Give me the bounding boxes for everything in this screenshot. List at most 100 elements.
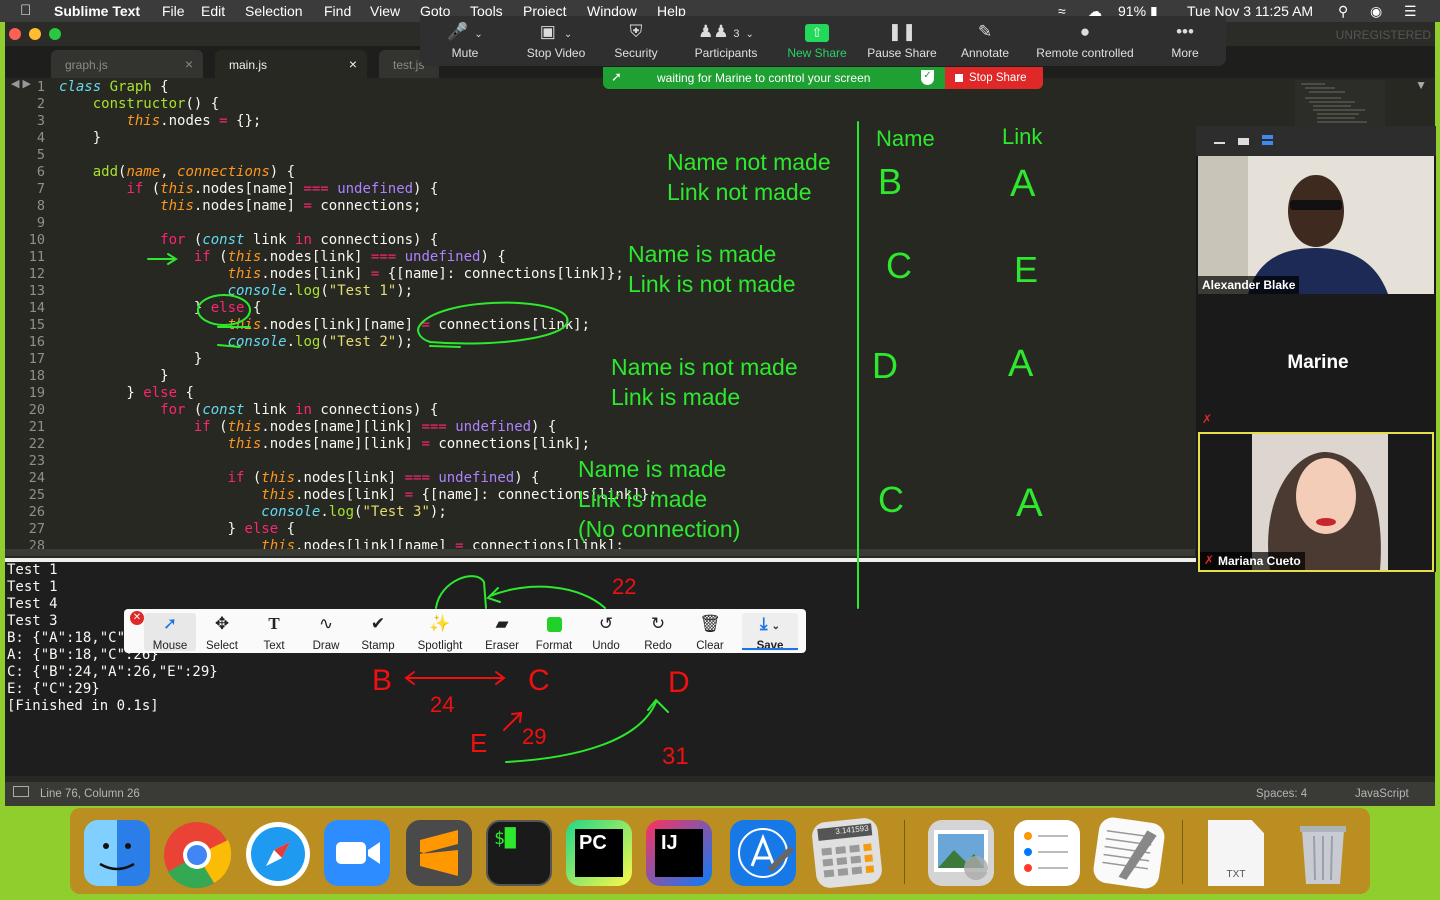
- tool-label: Format: [535, 640, 573, 652]
- preview-icon[interactable]: [928, 820, 994, 886]
- dock-separator: [904, 820, 905, 884]
- video-tile-mariana[interactable]: Mariana Cueto ✗: [1198, 432, 1434, 572]
- ink-circle-connections: [417, 301, 569, 345]
- note-1-line-2: Link not made: [667, 179, 811, 205]
- ink-underline: [429, 345, 461, 348]
- move-icon: ✥: [214, 614, 230, 633]
- note-3-line-2: Link is made: [611, 384, 740, 410]
- ink-row-4-name: C: [878, 479, 904, 520]
- speaker-view-icon[interactable]: [1262, 135, 1273, 145]
- ink-curve-arrow: [486, 585, 606, 609]
- trash-icon: 🗑: [699, 614, 721, 633]
- ink-notes: Name not made Link not made Name is made…: [578, 149, 831, 542]
- close-icon[interactable]: ✕: [130, 611, 144, 625]
- txt-file-icon[interactable]: TXT: [1208, 820, 1264, 886]
- safari-icon[interactable]: [244, 820, 310, 886]
- participant-video: [1198, 156, 1434, 294]
- video-panel: Alexander Blake Marine ✗ Mariana Cueto ✗: [1196, 126, 1436, 572]
- dock-separator: [1182, 820, 1183, 884]
- tool-text[interactable]: T Text: [248, 613, 300, 652]
- participant-name: Alexander Blake: [1198, 276, 1300, 294]
- tool-label: Eraser: [485, 640, 519, 652]
- reminders-icon[interactable]: [1014, 820, 1080, 886]
- xcode-icon[interactable]: [730, 820, 796, 886]
- muted-mic-icon: ✗: [1202, 412, 1213, 426]
- ink-row-2-link: E: [1014, 249, 1038, 290]
- hide-video-icon[interactable]: [1238, 138, 1249, 145]
- tool-label: Mouse: [152, 640, 188, 652]
- tool-stamp[interactable]: ✔ Stamp: [352, 613, 404, 652]
- check-icon: ✔: [370, 614, 386, 633]
- tool-save[interactable]: ⤓ ⌄ Save: [742, 613, 798, 652]
- tool-eraser[interactable]: ▰ Eraser: [476, 613, 528, 652]
- annotation-toolbar: ✕ ➚ Mouse ✥ Select T Text ∿ Draw ✔ Stamp…: [124, 609, 806, 653]
- spotlight-icon: ✨: [429, 614, 451, 633]
- tool-redo[interactable]: ↻ Redo: [632, 613, 684, 652]
- edge-weight-24: 24: [430, 692, 454, 717]
- ink-arrow-if: [147, 253, 178, 265]
- note-2-line-1: Name is made: [628, 241, 776, 267]
- trash-bin-icon[interactable]: [1290, 820, 1356, 886]
- note-1-line-1: Name not made: [667, 149, 831, 175]
- draw-icon: ∿: [318, 614, 334, 633]
- tool-label: Redo: [644, 640, 672, 652]
- ink-row-1-link: A: [1010, 163, 1036, 205]
- graph-node-d: D: [668, 666, 690, 699]
- ink-circle-else: [197, 294, 251, 326]
- video-tile-marine[interactable]: Marine ✗: [1198, 296, 1434, 430]
- note-2-line-2: Link is not made: [628, 271, 795, 297]
- tool-draw[interactable]: ∿ Draw: [300, 613, 352, 652]
- textedit-icon[interactable]: [1091, 815, 1167, 891]
- ink-row-4-link: A: [1016, 481, 1043, 525]
- tool-spotlight[interactable]: ✨ Spotlight: [414, 613, 466, 652]
- intellij-logo-icon: IJ: [655, 829, 703, 877]
- zoom-app-icon[interactable]: [324, 820, 390, 886]
- video-panel-header: [1196, 126, 1436, 156]
- edge-weight-22: 22: [612, 574, 636, 599]
- tool-label: Select: [206, 640, 238, 652]
- tool-select[interactable]: ✥ Select: [196, 613, 248, 652]
- redo-icon: ↻: [650, 614, 666, 633]
- tool-mouse[interactable]: ➚ Mouse: [144, 613, 196, 652]
- tool-clear[interactable]: 🗑 Clear: [684, 613, 736, 652]
- tool-undo[interactable]: ↺ Undo: [580, 613, 632, 652]
- chrome-icon[interactable]: [162, 820, 232, 889]
- tool-format[interactable]: Format: [528, 613, 580, 652]
- ink-header-name: Name: [876, 126, 935, 151]
- ink-header-link: Link: [1002, 124, 1043, 149]
- participant-video: [1252, 434, 1388, 570]
- note-3-line-1: Name is not made: [611, 354, 798, 380]
- note-4-line-1: Name is made: [578, 456, 726, 482]
- muted-mic-icon: ✗: [1204, 553, 1215, 567]
- ink-row-3-link: A: [1008, 343, 1034, 385]
- chevron-down-icon[interactable]: ⌄: [772, 621, 780, 632]
- calculator-display: 3.141593: [817, 823, 873, 841]
- dock: $█ PC IJ 3.141593 TXT: [70, 808, 1370, 894]
- pycharm-logo-icon: PC: [575, 829, 623, 877]
- video-tile-alexander[interactable]: Alexander Blake: [1198, 156, 1434, 294]
- minimize-icon[interactable]: [1214, 142, 1225, 144]
- txt-file-label: TXT: [1226, 869, 1246, 880]
- ink-curve: [435, 575, 487, 609]
- ink-row-1-name: B: [878, 161, 902, 202]
- finder-icon[interactable]: [84, 820, 150, 886]
- tool-label: Stamp: [361, 640, 395, 652]
- participant-name: Marine: [1287, 352, 1349, 373]
- terminal-icon[interactable]: $█: [486, 820, 552, 886]
- undo-icon: ↺: [598, 614, 614, 633]
- tool-label: Undo: [592, 640, 620, 652]
- intellij-icon[interactable]: IJ: [646, 820, 712, 886]
- edge-weight-31: 31: [662, 743, 689, 770]
- participant-name: Mariana Cueto: [1200, 552, 1305, 570]
- ink-row-2-name: C: [886, 245, 912, 286]
- ink-underline: [217, 344, 241, 348]
- note-4-line-3: (No connection): [578, 516, 740, 542]
- graph-node-c: C: [528, 664, 550, 697]
- sublime-icon[interactable]: [406, 820, 472, 886]
- note-4-line-2: Link is made: [578, 486, 707, 512]
- pycharm-icon[interactable]: PC: [566, 820, 632, 886]
- ink-graph-labels: B C D E 22 24 29 31: [372, 574, 690, 770]
- calculator-icon[interactable]: 3.141593: [810, 816, 884, 890]
- tool-label: Text: [263, 640, 285, 652]
- text-icon: T: [268, 614, 280, 633]
